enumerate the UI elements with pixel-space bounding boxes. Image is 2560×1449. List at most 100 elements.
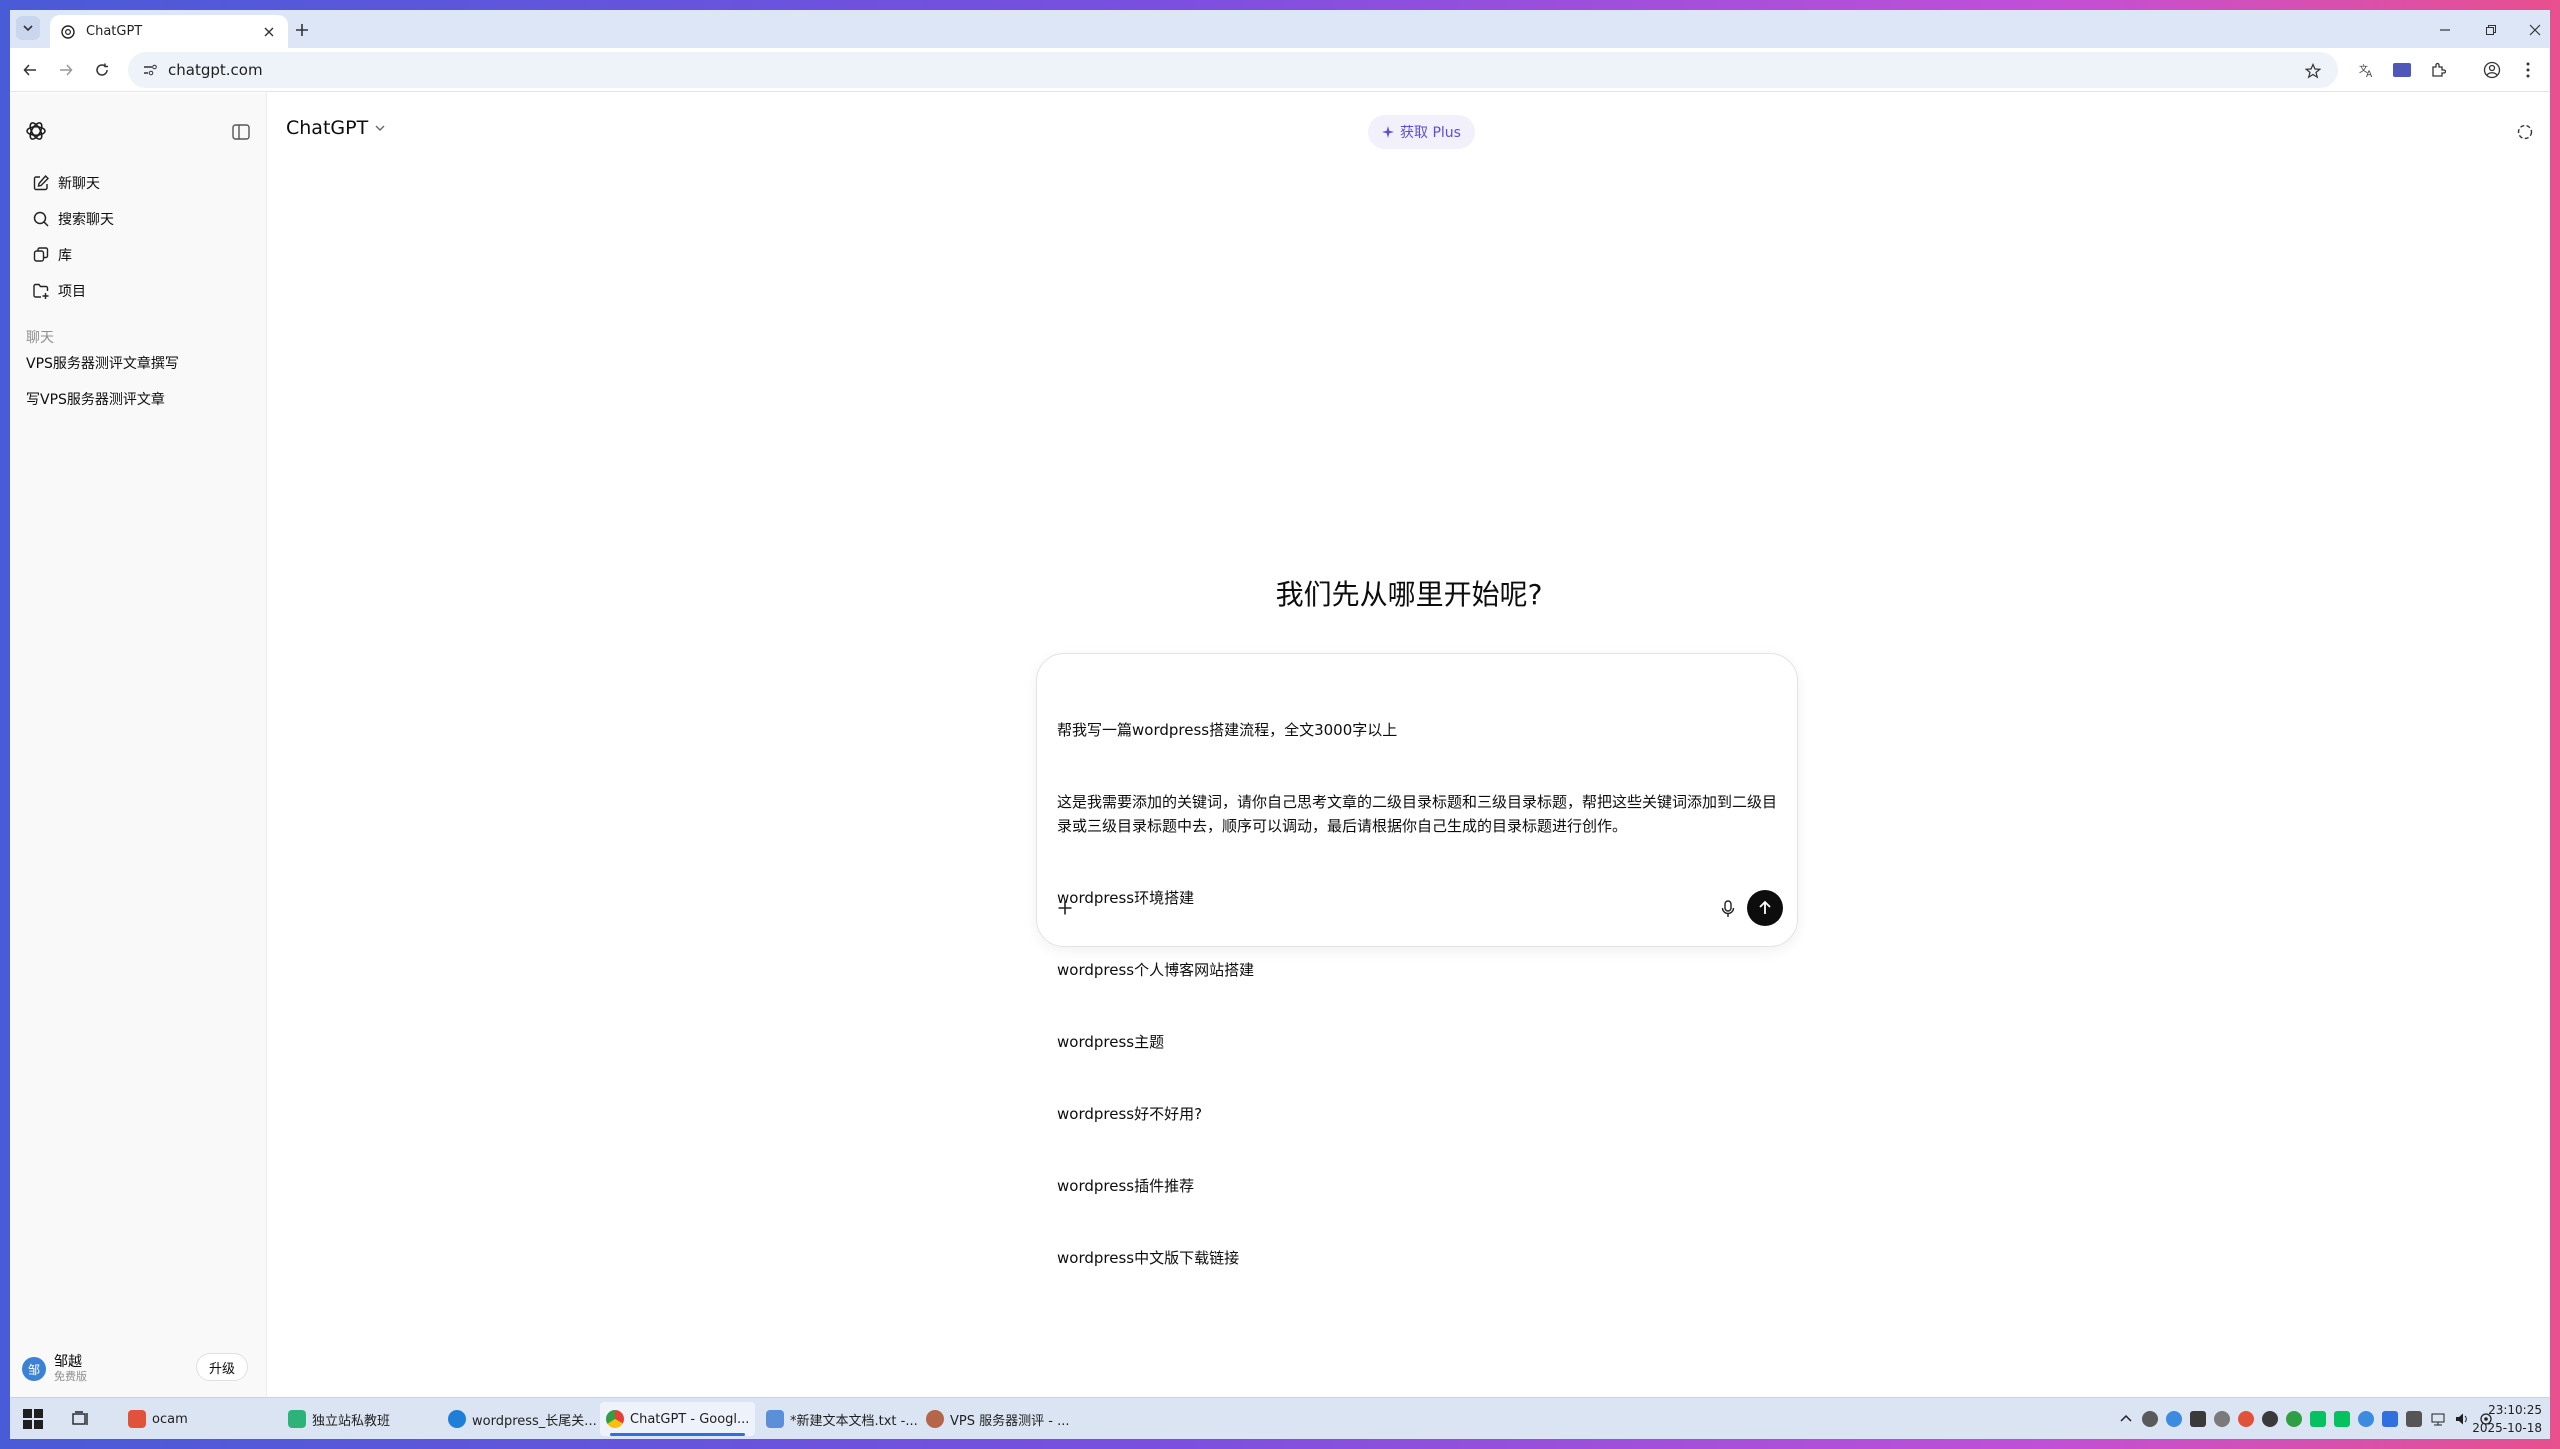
forward-button[interactable] xyxy=(54,58,78,82)
taskbar-app-label: ocam xyxy=(152,1411,188,1427)
taskbar-app-edge[interactable]: wordpress_长尾关... xyxy=(442,1402,603,1436)
minimize-icon xyxy=(2440,29,2450,31)
close-tab-icon[interactable] xyxy=(260,23,278,41)
site-settings-icon[interactable] xyxy=(142,62,158,78)
sidebar: 新聊天 搜索聊天 库 项目 聊天 VPS服务器测评文章撰写 写VPS服务器测评文… xyxy=(10,93,267,1397)
bookmark-star-icon[interactable] xyxy=(2302,60,2324,82)
prompt-textarea[interactable]: 帮我写一篇wordpress搭建流程，全文3000字以上 这是我需要添加的关键词… xyxy=(1057,670,1779,1318)
task-view-button[interactable] xyxy=(70,1408,92,1430)
temporary-chat-button[interactable] xyxy=(2512,119,2538,145)
user-name: 邹越 xyxy=(54,1354,82,1370)
sidebar-item-label: 新聊天 xyxy=(58,176,100,192)
volume-icon[interactable] xyxy=(2454,1411,2470,1427)
taskbar-app-label: wordpress_长尾关... xyxy=(472,1413,597,1429)
tab-title: ChatGPT xyxy=(86,24,143,39)
extensions-puzzle-icon[interactable] xyxy=(2426,58,2450,82)
prompt-line: wordpress个人博客网站搭建 xyxy=(1057,961,1255,979)
url-text: chatgpt.com xyxy=(168,61,263,79)
windows-start-icon[interactable] xyxy=(22,1408,44,1430)
model-switcher[interactable]: ChatGPT xyxy=(286,117,386,139)
edge-app-icon xyxy=(448,1410,466,1428)
reload-button[interactable] xyxy=(90,58,114,82)
page-title: 我们先从哪里开始呢? xyxy=(1275,578,1543,611)
microphone-tray-icon[interactable] xyxy=(2262,1411,2278,1427)
get-plus-button[interactable]: 获取 Plus xyxy=(1368,115,1475,149)
sidebar-item-new-chat[interactable]: 新聊天 xyxy=(22,167,254,199)
network-icon[interactable] xyxy=(2430,1411,2446,1427)
sidebar-item-label: 搜索聊天 xyxy=(58,212,114,228)
chats-section-title: 聊天 xyxy=(26,330,54,346)
tray-app-icon[interactable] xyxy=(2238,1411,2254,1427)
arrow-up-icon xyxy=(1759,900,1771,914)
chat-history-item[interactable]: VPS服务器测评文章撰写 xyxy=(22,347,254,379)
active-indicator xyxy=(610,1433,746,1436)
prompt-composer[interactable]: 帮我写一篇wordpress搭建流程，全文3000字以上 这是我需要添加的关键词… xyxy=(1036,653,1798,1267)
new-chat-icon xyxy=(33,174,49,191)
chevron-up-icon[interactable] xyxy=(2118,1411,2134,1427)
new-tab-button[interactable] xyxy=(290,18,314,42)
tray-app-icon[interactable] xyxy=(2382,1411,2398,1427)
user-account-row[interactable]: 邹 邹越 免费版 升级 xyxy=(22,1351,258,1387)
extension-app-icon[interactable] xyxy=(2390,58,2414,82)
upgrade-button[interactable]: 升级 xyxy=(195,1353,248,1381)
taskbar-app-label: 独立站私教班 xyxy=(312,1413,391,1429)
prompt-line: wordpress环境搭建 xyxy=(1057,889,1195,907)
tray-app-icon[interactable] xyxy=(2166,1411,2182,1427)
taskbar-app-chrome[interactable]: ChatGPT - Googl... xyxy=(600,1402,756,1436)
close-icon xyxy=(2529,24,2541,36)
profile-icon[interactable] xyxy=(2480,58,2504,82)
restore-icon xyxy=(2486,25,2496,35)
taskbar-app-course[interactable]: 独立站私教班 xyxy=(282,1402,396,1436)
tray-app-icon[interactable] xyxy=(2190,1411,2206,1427)
system-clock[interactable]: 23:10:25 2025-10-18 xyxy=(2472,1401,2542,1437)
taskbar-app-label: ChatGPT - Googl... xyxy=(630,1411,750,1427)
tray-app-icon[interactable] xyxy=(2286,1411,2302,1427)
reload-icon xyxy=(96,63,108,76)
prompt-line: 帮我写一篇wordpress搭建流程，全文3000字以上 xyxy=(1057,721,1398,739)
arrow-right-icon xyxy=(60,64,73,76)
restore-button[interactable] xyxy=(2476,18,2506,42)
avatar: 邹 xyxy=(22,1357,46,1381)
dictate-button[interactable] xyxy=(1715,896,1741,922)
sidebar-item-search-chats[interactable]: 搜索聊天 xyxy=(22,203,254,235)
tray-app-icon[interactable] xyxy=(2214,1411,2230,1427)
taskbar-app-ocam[interactable]: ocam xyxy=(122,1402,194,1436)
main-panel: ChatGPT 获取 Plus 我们先从哪里开始呢? 帮我写一篇wordpres… xyxy=(268,93,2550,1397)
sidebar-item-library[interactable]: 库 xyxy=(22,239,254,271)
browser-menu-icon[interactable] xyxy=(2516,58,2540,82)
wechat-tray-icon[interactable] xyxy=(2334,1411,2350,1427)
input-method-icon[interactable] xyxy=(2406,1411,2422,1427)
get-plus-label: 获取 Plus xyxy=(1400,125,1461,141)
minimize-button[interactable] xyxy=(2430,18,2460,42)
microphone-icon xyxy=(1721,900,1735,917)
os-taskbar: ocam 独立站私教班 wordpress_长尾关... ChatGPT - G… xyxy=(10,1397,2550,1439)
taskbar-app-notepad[interactable]: *新建文本文档.txt -... xyxy=(760,1402,924,1436)
article-app-icon xyxy=(926,1410,944,1428)
taskbar-app-label: *新建文本文档.txt -... xyxy=(790,1413,918,1429)
add-attachment-button[interactable] xyxy=(1051,894,1079,922)
translate-extension-icon[interactable]: 文A xyxy=(2354,58,2378,82)
sidebar-item-projects[interactable]: 项目 xyxy=(22,275,254,307)
chat-history-item[interactable]: 写VPS服务器测评文章 xyxy=(22,383,254,415)
sidebar-item-label: 库 xyxy=(58,248,72,264)
openai-logo-icon xyxy=(61,24,75,39)
prompt-line: wordpress中文版下载链接 xyxy=(1057,1249,1240,1267)
back-button[interactable] xyxy=(18,58,42,82)
send-button[interactable] xyxy=(1747,890,1783,926)
prompt-line: wordpress主题 xyxy=(1057,1033,1165,1051)
svg-text:A: A xyxy=(2366,70,2373,78)
close-window-button[interactable] xyxy=(2520,18,2550,42)
browser-toolbar: chatgpt.com 文A xyxy=(10,48,2550,92)
tray-app-icon[interactable] xyxy=(2142,1411,2158,1427)
sidebar-toggle-icon[interactable] xyxy=(230,121,252,143)
prompt-line: wordpress好不好用? xyxy=(1057,1105,1203,1123)
address-bar[interactable]: chatgpt.com xyxy=(128,52,2338,88)
ocam-app-icon xyxy=(128,1410,146,1428)
taskbar-app-article[interactable]: VPS 服务器测评 - ... xyxy=(920,1402,1075,1436)
tray-app-icon[interactable] xyxy=(2358,1411,2374,1427)
wechat-tray-icon[interactable] xyxy=(2310,1411,2326,1427)
taskbar-app-label: VPS 服务器测评 - ... xyxy=(950,1413,1070,1429)
tab-search-button[interactable] xyxy=(16,16,40,40)
browser-tab-chatgpt[interactable]: ChatGPT xyxy=(50,15,288,48)
openai-logo-icon[interactable] xyxy=(24,119,48,143)
